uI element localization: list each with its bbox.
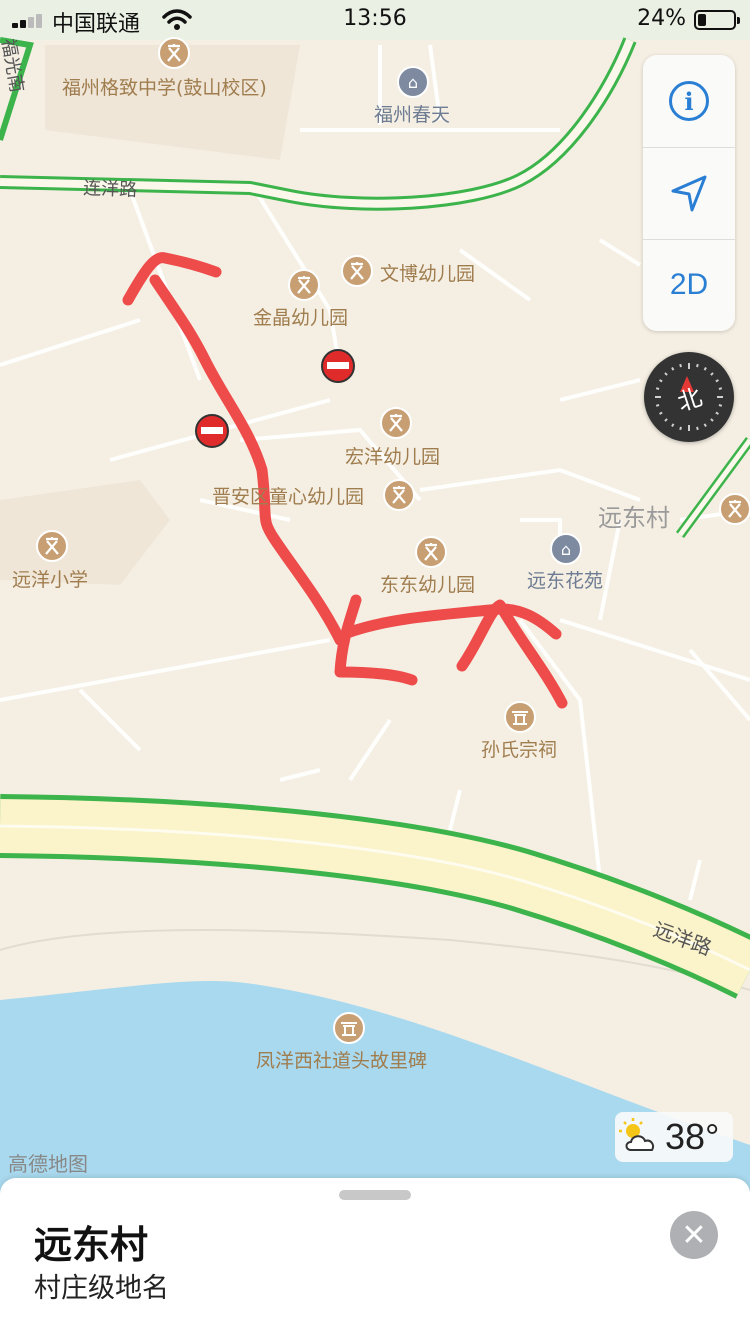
temple-icon (333, 1012, 365, 1044)
battery-icon (694, 10, 740, 30)
temple-icon (504, 701, 536, 733)
compass[interactable]: 北 (644, 352, 734, 442)
school-icon (415, 536, 447, 568)
sheet-grabber[interactable] (339, 1190, 411, 1200)
battery-percent: 24% (637, 6, 686, 31)
school-icon (719, 493, 750, 525)
status-bar: 中国联通 13:56 24% (0, 0, 750, 40)
poi-label-yuandong-garden[interactable]: 远东花苑 (527, 570, 603, 592)
poi-label-yuanyang-school[interactable]: 远洋小学 (12, 569, 88, 591)
map-controls: i 2D (643, 55, 735, 331)
school-icon (36, 530, 68, 562)
poi-label-tongxin-kindergarten[interactable]: 晋安区童心幼儿园 (212, 486, 364, 508)
locate-button[interactable] (643, 147, 735, 240)
poi-label-fuzhou-spring[interactable]: 福州春天 (374, 104, 450, 126)
poi-label-gezhi-school[interactable]: 福州格致中学(鼓山校区) (62, 77, 267, 99)
poi-label-fengyang-monument[interactable]: 凤洋西社道头故里碑 (256, 1050, 427, 1072)
view-mode-button[interactable]: 2D (643, 239, 735, 331)
poi-label-dongdong-kindergarten[interactable]: 东东幼儿园 (380, 574, 475, 596)
poi-label-sun-ancestral-hall[interactable]: 孙氏宗祠 (481, 739, 557, 761)
building-icon: ⌂ (550, 533, 582, 565)
school-icon (158, 37, 190, 69)
svg-text:⌂: ⌂ (561, 540, 571, 559)
building-icon: ⌂ (397, 66, 429, 98)
partly-sunny-icon (619, 1118, 655, 1151)
road-label-lianyang: 连洋路 (83, 178, 138, 201)
info-icon: i (669, 81, 709, 121)
place-title: 远东村 (34, 1223, 149, 1267)
school-icon (383, 479, 415, 511)
school-icon (380, 407, 412, 439)
weather-badge[interactable]: 38° (615, 1112, 733, 1162)
poi-label-hongyang-kindergarten[interactable]: 宏洋幼儿园 (345, 446, 440, 468)
poi-label-wenbo-kindergarten[interactable]: 文博幼儿园 (380, 263, 475, 285)
location-arrow-icon (671, 175, 707, 212)
no-entry-icon (321, 349, 355, 383)
map-attribution: 高德地图 (8, 1152, 88, 1176)
school-icon (288, 269, 320, 301)
school-icon (341, 255, 373, 287)
svg-text:⌂: ⌂ (408, 73, 418, 92)
area-label-yuandong-village[interactable]: 远东村 (598, 504, 670, 532)
no-entry-icon (195, 414, 229, 448)
weather-temperature: 38° (665, 1116, 720, 1157)
place-subtitle: 村庄级地名 (34, 1273, 169, 1304)
info-button[interactable]: i (643, 55, 735, 148)
close-button[interactable]: ✕ (670, 1211, 718, 1259)
poi-label-jinjing-kindergarten[interactable]: 金晶幼儿园 (253, 307, 348, 329)
close-icon: ✕ (681, 1217, 707, 1253)
place-card[interactable]: 远东村 村庄级地名 ✕ (0, 1178, 750, 1338)
